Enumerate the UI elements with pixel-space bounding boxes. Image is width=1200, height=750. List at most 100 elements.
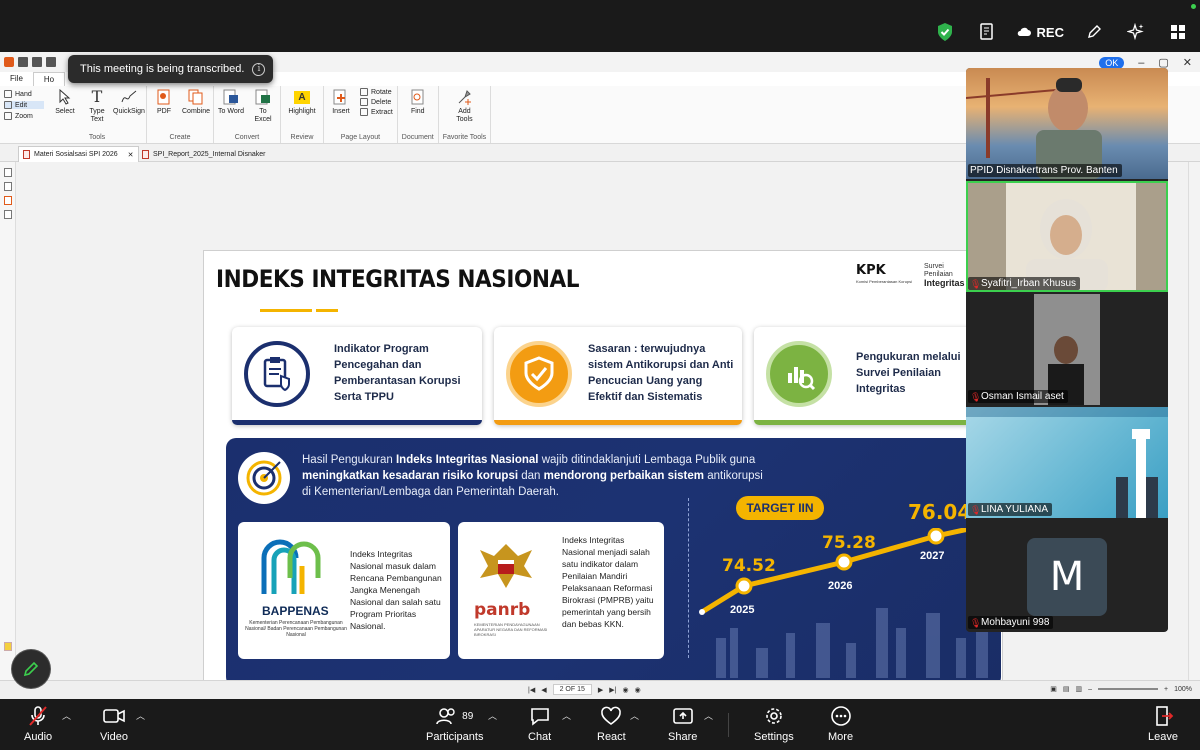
leave-button[interactable]: Leave	[1148, 705, 1178, 743]
ok-button[interactable]: OK	[1099, 56, 1125, 69]
info-icon[interactable]: i	[252, 62, 266, 76]
zoom-out-icon[interactable]: –	[1088, 686, 1092, 693]
desc-bold: mendorong perbaikan sistem	[543, 470, 705, 482]
back-view-icon[interactable]: ◉	[622, 686, 628, 694]
doc-tab-materi[interactable]: Materi Sosialsasi SPI 2026 ✕	[18, 146, 139, 162]
settings-button[interactable]: Settings	[754, 705, 794, 743]
mode-zoom[interactable]: Zoom	[4, 112, 44, 120]
single-page-view-icon[interactable]: ▣	[1050, 685, 1057, 693]
participant-video-frame	[1034, 294, 1100, 405]
bookmarks-icon[interactable]	[4, 182, 12, 191]
mode-edit[interactable]: Edit	[4, 101, 44, 109]
save-icon[interactable]	[32, 57, 42, 67]
transcript-icon[interactable]	[975, 20, 999, 44]
participant-video-frame	[966, 407, 1168, 518]
annotate-pen-icon[interactable]	[1082, 20, 1106, 44]
video-tile-osman[interactable]: 🎙 Osman Ismail aset	[966, 294, 1168, 405]
to-word-button[interactable]: To Word	[218, 88, 244, 124]
delete-button[interactable]: Delete	[360, 98, 393, 106]
zoom-controls: ▣ ▤ ▥ – + 100%	[1050, 685, 1192, 694]
target-iin-badge: TARGET IIN	[736, 496, 824, 520]
title-underline	[260, 309, 312, 312]
attachments-icon[interactable]	[4, 196, 12, 205]
comments-icon[interactable]	[4, 642, 12, 651]
first-page-icon[interactable]: |◀	[528, 686, 535, 694]
participants-button[interactable]: 89 Participants	[426, 705, 483, 743]
tab-home[interactable]: Ho	[32, 72, 66, 86]
pages-icon[interactable]	[4, 168, 12, 177]
highlight-button[interactable]: A Highlight	[285, 88, 319, 116]
tools-group-label: Tools	[88, 134, 106, 141]
pdf-button[interactable]: PDF	[151, 88, 177, 116]
page-number-field[interactable]: 2 OF 15	[552, 684, 592, 695]
cursor-icon	[56, 88, 74, 106]
video-tile-lina[interactable]: 🎙 LINA YULIANA	[966, 407, 1168, 518]
tab-file[interactable]: File	[0, 72, 33, 86]
participant-name-tag: 🎙 Syafitri_Irban Khusus	[968, 277, 1081, 290]
chat-options-chevron-icon[interactable]: ︿	[562, 709, 571, 722]
video-tile-mohbayuni[interactable]: M 🎙 Mohbayuni 998	[966, 520, 1168, 631]
leave-label: Leave	[1148, 731, 1178, 743]
ai-companion-icon[interactable]	[1124, 20, 1148, 44]
type-text-button[interactable]: T Type Text	[84, 88, 110, 124]
hand-icon	[4, 90, 12, 98]
video-options-chevron-icon[interactable]: ︿	[136, 709, 145, 722]
view-grid-icon[interactable]	[1166, 20, 1190, 44]
audio-options-chevron-icon[interactable]: ︿	[62, 709, 71, 722]
minimize-icon[interactable]: –	[1138, 57, 1144, 69]
page-navigator: |◀ ◀ 2 OF 15 ▶ ▶| ◉ ◉	[528, 684, 641, 695]
participants-options-chevron-icon[interactable]: ︿	[488, 709, 497, 722]
trend-point-2025	[735, 577, 753, 595]
quicksign-button[interactable]: QuickSign	[113, 88, 145, 124]
select-button[interactable]: Select	[52, 88, 78, 124]
slide-page: INDEKS INTEGRITAS NASIONAL KPK Komisi Pe…	[203, 250, 1003, 701]
find-button[interactable]: Find	[405, 88, 431, 116]
open-icon[interactable]	[18, 57, 28, 67]
zoom-slider[interactable]	[1098, 688, 1158, 690]
to-excel-label: To Excel	[254, 108, 272, 123]
continuous-view-icon[interactable]: ▤	[1063, 685, 1070, 693]
audio-button[interactable]: Audio	[24, 705, 52, 743]
add-tools-button[interactable]: Add Tools	[451, 88, 477, 124]
avatar: M	[1027, 538, 1107, 616]
mode-hand[interactable]: Hand	[4, 90, 44, 98]
forward-view-icon[interactable]: ◉	[635, 686, 641, 694]
shield-icon[interactable]	[933, 20, 957, 44]
close-tab-icon[interactable]: ✕	[128, 151, 134, 159]
react-options-chevron-icon[interactable]: ︿	[630, 709, 639, 722]
next-page-icon[interactable]: ▶	[598, 686, 603, 694]
chat-button[interactable]: Chat	[528, 705, 551, 743]
mic-muted-icon: 🎙	[970, 504, 982, 515]
video-tile-ppid[interactable]: PPID Disnakertrans Prov. Banten	[966, 68, 1168, 179]
cloud-recording-indicator[interactable]: REC	[1017, 25, 1064, 40]
insert-button[interactable]: Insert	[328, 88, 354, 116]
extract-button[interactable]: Extract	[360, 108, 393, 116]
info-card-indikator: Indikator Program Pencegahan dan Pembera…	[232, 327, 482, 425]
desc-part: dan	[518, 470, 544, 482]
close-icon[interactable]: ✕	[1183, 56, 1192, 69]
share-button[interactable]: Share	[668, 705, 697, 743]
desc-bold: Indeks Integritas Nasional	[395, 454, 539, 466]
to-word-label: To Word	[218, 108, 244, 115]
mic-muted-icon	[27, 705, 49, 727]
zoom-in-icon[interactable]: +	[1164, 686, 1168, 693]
vertical-scrollbar[interactable]	[1188, 162, 1200, 697]
combine-button[interactable]: Combine	[182, 88, 210, 116]
doc-tab-spi-report[interactable]: SPI_Report_2025_Internal Disnaker	[138, 146, 269, 162]
survei-logo: Survei Penilaian Integritas	[924, 263, 965, 289]
floating-annotate-button[interactable]	[12, 650, 50, 688]
share-options-chevron-icon[interactable]: ︿	[704, 709, 713, 722]
ribbon-group-document: Find Document	[398, 86, 439, 143]
facing-view-icon[interactable]: ▥	[1075, 685, 1082, 693]
prev-page-icon[interactable]: ◀	[541, 686, 546, 694]
to-excel-button[interactable]: To Excel	[250, 88, 276, 124]
video-tile-syafitri-active-speaker[interactable]: 🎙 Syafitri_Irban Khusus	[966, 181, 1168, 292]
pencil-icon	[23, 661, 39, 677]
more-button[interactable]: More	[828, 705, 853, 743]
video-button[interactable]: Video	[100, 705, 128, 743]
last-page-icon[interactable]: ▶|	[609, 686, 616, 694]
layers-icon[interactable]	[4, 210, 12, 219]
print-icon[interactable]	[46, 57, 56, 67]
rotate-button[interactable]: Rotate	[360, 88, 393, 96]
react-button[interactable]: React	[597, 705, 626, 743]
